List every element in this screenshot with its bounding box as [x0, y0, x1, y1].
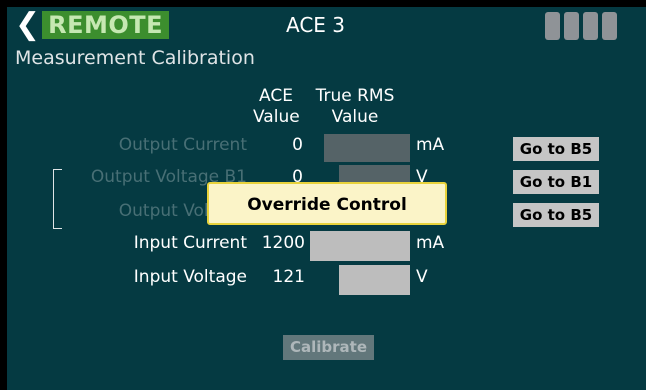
status-indicators: [545, 12, 617, 40]
ace-value-header: ACE Value: [253, 86, 300, 128]
remote-back-button[interactable]: ❮ REMOTE: [15, 7, 170, 42]
status-bar-icon: [564, 12, 579, 40]
output-current-unit: mA: [416, 135, 445, 155]
status-bar-icon: [545, 12, 560, 40]
device-name: ACE 3: [286, 13, 346, 37]
input-current-label: Input Current: [133, 233, 247, 253]
remote-label: REMOTE: [42, 11, 170, 39]
input-voltage-ace-value: 121: [272, 267, 305, 287]
calibration-screen: ❮ REMOTE ACE 3 Measurement Calibration A…: [7, 7, 646, 390]
input-current-ace-value: 1200: [261, 233, 305, 253]
calibrate-button[interactable]: Calibrate: [283, 335, 374, 360]
goto-b5-button[interactable]: Go to B5: [513, 137, 599, 161]
input-current-unit: mA: [416, 233, 445, 253]
ace-header-line2: Value: [253, 107, 300, 127]
output-current-label: Output Current: [118, 135, 247, 155]
input-voltage-label: Input Voltage: [133, 267, 247, 287]
ace-header-line1: ACE: [259, 86, 293, 106]
input-voltage-rms-input[interactable]: [339, 265, 410, 295]
rms-value-header: True RMS Value: [312, 86, 398, 128]
page-title: Measurement Calibration: [15, 47, 255, 69]
goto-b5-second-button[interactable]: Go to B5: [513, 203, 599, 227]
override-control-dialog[interactable]: Override Control: [207, 182, 447, 225]
output-current-ace-value: 0: [292, 135, 303, 155]
rms-header-line2: Value: [331, 107, 379, 127]
status-bar-icon: [602, 12, 617, 40]
goto-b1-button[interactable]: Go to B1: [513, 170, 599, 194]
output-current-rms-input[interactable]: [324, 134, 410, 162]
status-bar-icon: [583, 12, 598, 40]
chevron-left-icon: ❮: [15, 7, 41, 42]
input-voltage-unit: V: [416, 267, 428, 287]
input-current-rms-input[interactable]: [310, 231, 410, 261]
rms-header-line1: True RMS: [315, 86, 395, 106]
